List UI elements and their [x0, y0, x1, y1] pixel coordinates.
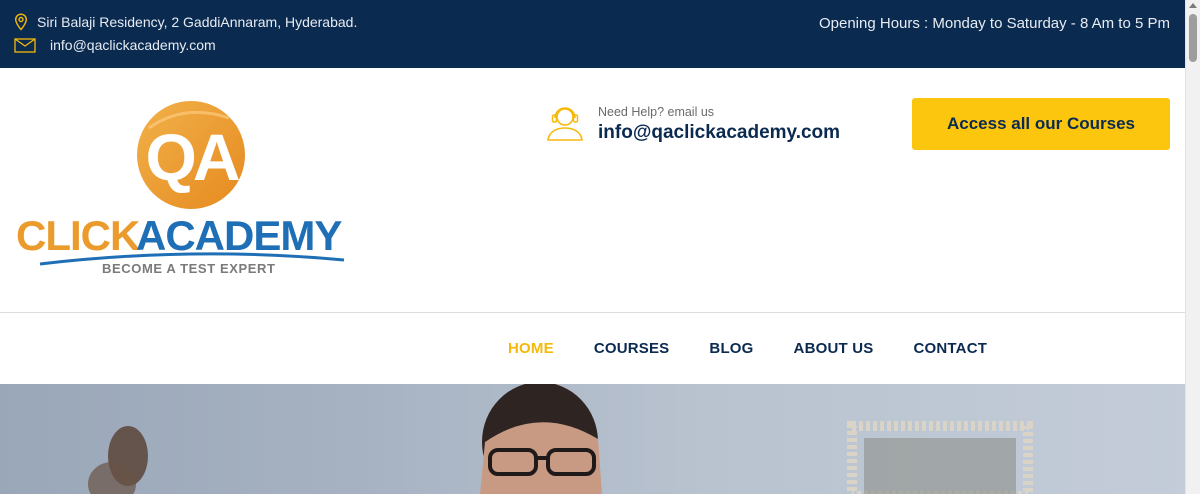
- support-agent-icon: [546, 102, 584, 142]
- logo-monogram: QA: [146, 120, 239, 194]
- site-header: QA CLICK ACADEMY BECOME A TEST EXPERT Ne…: [0, 68, 1186, 313]
- address-text: Siri Balaji Residency, 2 GaddiAnnaram, H…: [37, 14, 358, 30]
- nav-item-home[interactable]: HOME: [508, 340, 554, 357]
- page-scrollbar[interactable]: [1185, 0, 1200, 494]
- email-row[interactable]: info@qaclickacademy.com: [14, 37, 216, 53]
- top-info-bar: Siri Balaji Residency, 2 GaddiAnnaram, H…: [0, 0, 1186, 68]
- logo-tagline: BECOME A TEST EXPERT: [102, 261, 276, 276]
- scrollbar-thumb[interactable]: [1189, 14, 1197, 62]
- envelope-icon: [14, 37, 36, 53]
- email-link[interactable]: info@qaclickacademy.com: [50, 37, 216, 53]
- nav-list: HOME COURSES BLOG ABOUT US CONTACT: [508, 313, 1027, 384]
- nav-item-about-us[interactable]: ABOUT US: [794, 340, 874, 357]
- help-email-link[interactable]: info@qaclickacademy.com: [598, 122, 840, 144]
- nav-item-blog[interactable]: BLOG: [709, 340, 753, 357]
- map-pin-icon: [14, 13, 28, 31]
- scroll-up-arrow-icon[interactable]: [1189, 3, 1197, 8]
- nav-item-courses[interactable]: COURSES: [594, 340, 670, 357]
- help-label: Need Help? email us: [598, 105, 715, 119]
- logo-brand-academy: ACADEMY: [136, 212, 342, 259]
- hero-banner-image: [0, 384, 1186, 494]
- address-row: Siri Balaji Residency, 2 GaddiAnnaram, H…: [14, 13, 357, 31]
- opening-hours: Opening Hours : Monday to Saturday - 8 A…: [818, 15, 1170, 32]
- help-contact: Need Help? email us info@qaclickacademy.…: [546, 102, 840, 144]
- qa-click-academy-logo[interactable]: QA CLICK ACADEMY BECOME A TEST EXPERT: [14, 98, 374, 278]
- nav-item-contact[interactable]: CONTACT: [913, 340, 987, 357]
- main-nav: HOME COURSES BLOG ABOUT US CONTACT: [0, 313, 1186, 384]
- logo-brand-click: CLICK: [16, 212, 140, 259]
- access-all-courses-button[interactable]: Access all our Courses: [912, 98, 1170, 150]
